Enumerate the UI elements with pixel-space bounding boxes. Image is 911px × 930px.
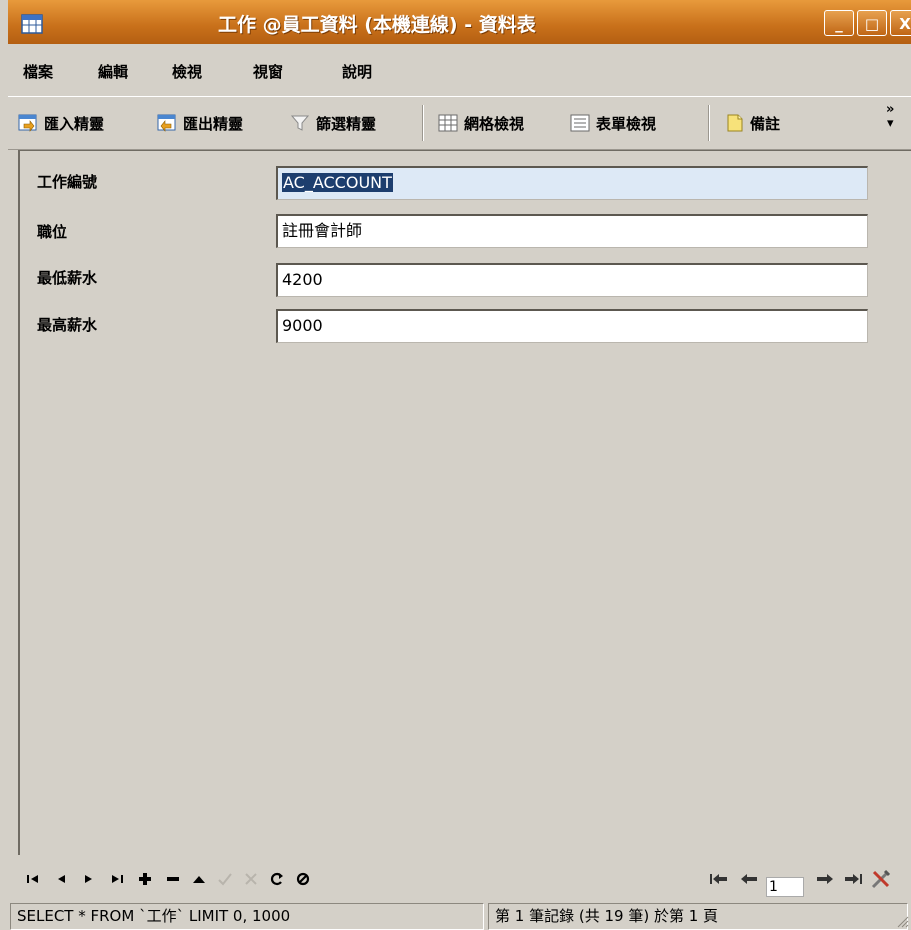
last-record-icon[interactable] [106,869,128,889]
cancel-edit-icon[interactable] [240,869,262,889]
export-wizard-button[interactable]: 匯出精靈 [157,109,243,137]
close-button[interactable]: X [890,10,911,36]
memo-button[interactable]: 備註 [726,109,780,137]
settings-tools-icon[interactable] [870,869,892,889]
status-query: SELECT * FROM `工作` LIMIT 0, 1000 [10,903,484,930]
window-title: 工作 @員工資料 (本機連線) - 資料表 [218,14,536,36]
resize-grip-icon[interactable] [895,914,909,928]
table-app-icon [21,14,43,34]
insert-record-icon[interactable] [134,869,156,889]
post-edit-icon[interactable] [214,869,236,889]
window: 工作 @員工資料 (本機連線) - 資料表 _ □ X 檔案 編輯 檢視 視窗 … [8,0,911,930]
grid-icon [438,114,458,132]
menu-bar: 檔案 編輯 檢視 視窗 說明 [8,44,911,96]
menu-edit[interactable]: 編輯 [98,61,128,82]
toolbar: 匯入精靈 匯出精靈 篩選精靈 網格檢視 表單檢視 備註 » ▾ [8,96,911,150]
job-id-value: AC_ACCOUNT [282,173,393,192]
filter-wizard-button[interactable]: 篩選精靈 [290,109,376,137]
refresh-icon[interactable] [266,869,288,889]
menu-file[interactable]: 檔案 [23,61,53,82]
record-navigator: 1 [8,855,911,903]
toolbar-separator [422,105,424,141]
field-label-min-salary: 最低薪水 [37,269,98,287]
edit-record-icon[interactable] [188,869,210,889]
more-chevron-icon: » [886,102,895,117]
menu-view[interactable]: 檢視 [172,61,202,82]
dropdown-arrow-icon: ▾ [886,116,894,131]
menu-window[interactable]: 視窗 [253,61,283,82]
next-page-icon[interactable] [814,869,836,889]
min-salary-field[interactable]: 4200 [276,263,868,297]
form-view-panel: 工作編號 AC_ACCOUNT 職位 註冊會計師 最低薪水 4200 最高薪水 … [18,150,911,855]
toolbar-overflow-button[interactable]: » ▾ [886,103,894,131]
memo-icon [727,114,743,132]
field-label-position: 職位 [37,223,68,241]
memo-label: 備註 [750,114,781,133]
import-icon [18,114,37,132]
form-view-button[interactable]: 表單檢視 [570,109,656,137]
toolbar-separator [708,105,710,141]
page-number-input[interactable]: 1 [766,877,804,897]
form-view-label: 表單檢視 [596,114,657,133]
grid-view-label: 網格檢視 [464,114,525,133]
next-record-icon[interactable] [78,869,100,889]
max-salary-field[interactable]: 9000 [276,309,868,343]
previous-page-icon[interactable] [738,869,760,889]
title-bar[interactable]: 工作 @員工資料 (本機連線) - 資料表 _ □ X [8,0,911,44]
export-wizard-label: 匯出精靈 [183,114,244,133]
filter-wizard-label: 篩選精靈 [316,114,377,133]
grid-view-button[interactable]: 網格檢視 [438,109,524,137]
import-wizard-label: 匯入精靈 [44,114,105,133]
stop-icon[interactable] [292,869,314,889]
form-icon [570,114,590,132]
job-id-field[interactable]: AC_ACCOUNT [276,166,868,200]
menu-help[interactable]: 說明 [342,61,372,82]
import-wizard-button[interactable]: 匯入精靈 [18,109,104,137]
first-record-icon[interactable] [22,869,44,889]
filter-icon [290,115,310,131]
field-label-job-id: 工作編號 [37,173,98,191]
delete-record-icon[interactable] [162,869,184,889]
field-label-max-salary: 最高薪水 [37,316,98,334]
minimize-button[interactable]: _ [824,10,854,36]
status-bar: SELECT * FROM `工作` LIMIT 0, 1000 第 1 筆記錄… [8,903,911,930]
previous-record-icon[interactable] [50,869,72,889]
first-page-icon[interactable] [708,869,730,889]
status-record-info: 第 1 筆記錄 (共 19 筆) 於第 1 頁 [488,903,908,930]
position-field[interactable]: 註冊會計師 [276,214,868,248]
maximize-button[interactable]: □ [857,10,887,36]
export-icon [157,114,176,132]
last-page-icon[interactable] [842,869,864,889]
